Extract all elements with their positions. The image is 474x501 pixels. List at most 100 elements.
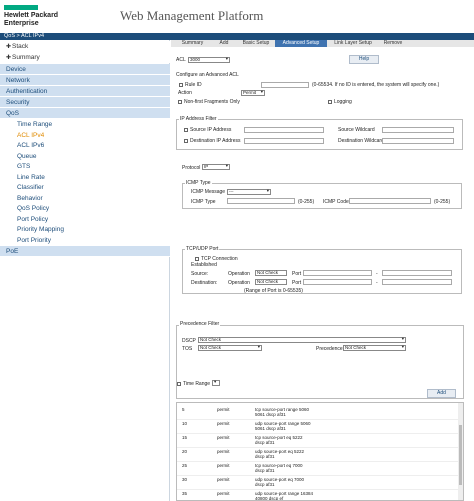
tab-remove[interactable]: Remove: [378, 40, 408, 47]
precedence-value: Not Check: [345, 345, 367, 350]
src-port-start-input[interactable]: [303, 270, 372, 276]
sidebar-cat-device[interactable]: Device: [0, 64, 170, 75]
sidebar-item-label: Classifier: [17, 184, 44, 191]
rule-id-input[interactable]: [261, 82, 309, 88]
tab-advanced-setup[interactable]: Advanced Setup: [275, 40, 327, 47]
icmp-message-value: ---: [229, 189, 234, 194]
dst-port-end-input[interactable]: [382, 279, 452, 285]
src-port-end-input[interactable]: [382, 270, 452, 276]
sidebar-cat-authentication[interactable]: Authentication: [0, 86, 170, 97]
sidebar-cat-label: PoE: [6, 248, 19, 255]
action-select[interactable]: Permit ▾: [241, 89, 265, 96]
tab-link-layer-setup[interactable]: Link Layer Setup: [328, 40, 378, 47]
rule-id: 35: [182, 491, 188, 496]
sidebar-item-port-priority[interactable]: Port Priority: [0, 234, 170, 246]
non-first-checkbox[interactable]: [178, 100, 182, 104]
tab-add[interactable]: Add: [211, 40, 237, 47]
sidebar-cat-label: Device: [6, 66, 26, 73]
src-operation-select[interactable]: Not Check: [255, 270, 287, 276]
icmp-type-label: ICMP Type: [191, 199, 216, 205]
time-range-checkbox[interactable]: [177, 382, 181, 386]
sidebar-item-priority-mapping[interactable]: Priority Mapping: [0, 224, 170, 235]
icmp-message-select[interactable]: --- ▾: [227, 188, 271, 195]
sidebar-item-port-policy[interactable]: Port Policy: [0, 213, 170, 225]
sidebar-cat-label: Authentication: [6, 88, 48, 95]
logging-checkbox[interactable]: [328, 100, 332, 104]
rule-desc: dscp af31: [255, 468, 275, 473]
protocol-select[interactable]: IP ▾: [202, 163, 230, 170]
sidebar-item-classifier[interactable]: Classifier: [0, 182, 170, 193]
sidebar-cat-poe[interactable]: PoE: [0, 246, 170, 257]
precedence-select[interactable]: Not Check ▾: [343, 344, 406, 351]
dst-wild-input[interactable]: [382, 138, 454, 144]
dst-port-start-input[interactable]: [303, 279, 372, 285]
sidebar-cat-security[interactable]: Security: [0, 97, 170, 108]
rule-desc: 5061 dscp af31: [255, 412, 286, 417]
src-ip-input[interactable]: [244, 127, 324, 133]
sidebar-item-label: Time Range: [17, 121, 53, 128]
tab-basic-setup[interactable]: Basic Setup: [237, 40, 275, 47]
dst-ip-checkbox[interactable]: [184, 139, 188, 143]
time-range-select[interactable]: ▾: [212, 379, 220, 386]
sidebar-item-label: Priority Mapping: [17, 226, 64, 233]
dst-ip-input[interactable]: [244, 138, 324, 144]
src-ip-checkbox[interactable]: [184, 128, 188, 132]
logging-label: Logging: [334, 99, 352, 105]
icmp-fieldset: [182, 183, 462, 209]
destination-label: Destination:: [191, 280, 218, 286]
table-row[interactable]: 15 permit tcp source-port eq 5222 dscp a…: [177, 433, 459, 448]
table-row[interactable]: 30 permit udp source-port eq 7000 dscp a…: [177, 475, 459, 490]
rule-id: 15: [182, 435, 188, 440]
src-port-label: Port: [292, 271, 302, 277]
dst-port-dash: -: [376, 280, 378, 286]
scrollbar-thumb[interactable]: [459, 425, 462, 485]
rule-id: 20: [182, 449, 188, 454]
dst-operation-select[interactable]: Not Check: [255, 279, 287, 285]
dst-ip-label: Destination IP Address: [190, 138, 241, 144]
src-operation-value: Not Check: [257, 270, 279, 275]
rule-id-checkbox[interactable]: [179, 83, 183, 87]
sidebar-item-label: Line Rate: [17, 173, 45, 181]
sidebar-item-label: Summary: [12, 54, 40, 61]
rule-action: permit: [217, 477, 230, 482]
sidebar-item-line-rate[interactable]: Line Rate: [0, 171, 170, 183]
table-row[interactable]: 5 permit tcp source-port range 5060 5061…: [177, 405, 459, 420]
sidebar-item-label: Queue: [17, 152, 37, 160]
sidebar-item-label: Port Policy: [17, 215, 49, 223]
sidebar-cat-network[interactable]: Network: [0, 75, 170, 86]
sidebar-cat-label: Security: [6, 99, 30, 106]
dscp-value: Not Check: [200, 337, 222, 342]
tcp-conn-checkbox[interactable]: [195, 257, 199, 261]
icmp-code-input[interactable]: [349, 198, 431, 204]
dscp-select[interactable]: Not Check ▾: [198, 336, 406, 343]
acl-select[interactable]: 3000 ▾: [188, 56, 230, 63]
sidebar-item-stack[interactable]: ✚Stack: [0, 41, 170, 52]
dscp-label: DSCP: [182, 338, 196, 344]
hpe-logo: Hewlett Packard Enterprise: [4, 12, 58, 27]
add-button[interactable]: Add: [427, 389, 456, 398]
table-row[interactable]: 25 permit tcp source-port eq 7000 dscp a…: [177, 461, 459, 476]
table-row[interactable]: 20 permit udp source-port eq 5222 dscp a…: [177, 447, 459, 462]
tos-label: TOS: [182, 346, 193, 352]
configure-title: Configure an Advanced ACL: [176, 72, 239, 78]
sidebar-item-gts[interactable]: GTS: [0, 161, 170, 172]
sidebar-item-acl-ipv4[interactable]: ACL IPv4: [0, 129, 170, 141]
rule-list-scrollbar[interactable]: [458, 403, 463, 500]
sidebar-item-acl-ipv6[interactable]: ACL IPv6: [0, 140, 170, 151]
sidebar-cat-qos[interactable]: QoS: [0, 108, 170, 119]
help-button[interactable]: Help: [349, 55, 379, 64]
sidebar-item-time-range[interactable]: Time Range: [0, 119, 170, 130]
acl-label: ACL: [176, 57, 186, 63]
sidebar: ✚Stack ✚Summary Device Network Authenticatio…: [0, 40, 170, 501]
sidebar-item-qos-policy[interactable]: QoS Policy: [0, 203, 170, 214]
sidebar-item-behavior[interactable]: Behavior: [0, 192, 170, 204]
tab-summary[interactable]: Summary: [174, 40, 211, 47]
table-row[interactable]: 10 permit udp source-port range 5060 506…: [177, 419, 459, 434]
table-row[interactable]: 35 permit udp source-port range 16384 40…: [177, 489, 459, 500]
dst-operation-value: Not Check: [257, 279, 279, 284]
sidebar-item-summary[interactable]: ✚Summary: [0, 52, 170, 63]
icmp-type-input[interactable]: [227, 198, 295, 204]
tos-select[interactable]: Not Check ▾: [198, 344, 262, 351]
sidebar-item-queue[interactable]: Queue: [0, 150, 170, 162]
src-wild-input[interactable]: [382, 127, 454, 133]
